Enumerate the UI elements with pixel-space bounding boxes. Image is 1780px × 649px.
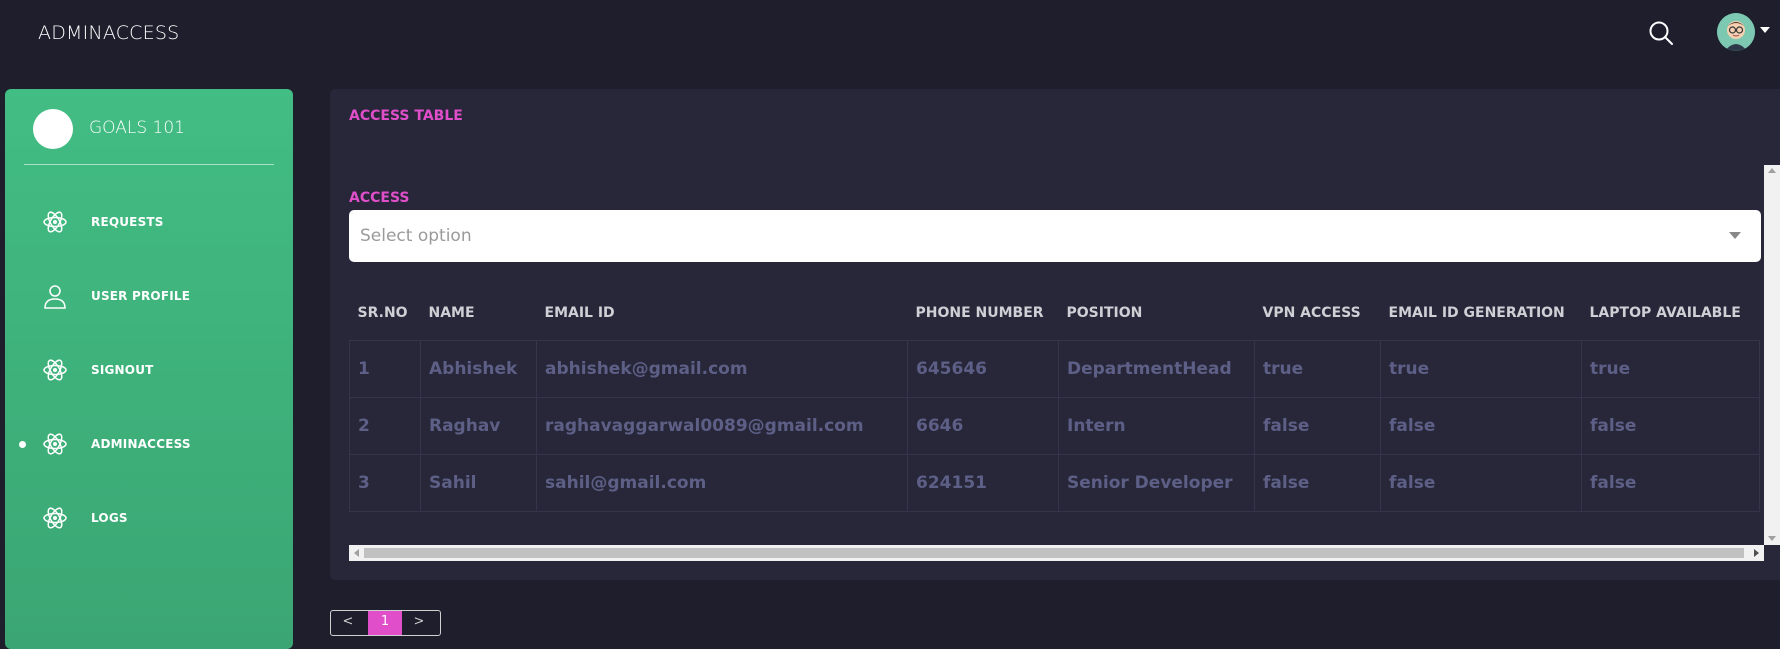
scroll-right-arrow-icon[interactable]	[1754, 549, 1759, 557]
scroll-up-arrow-icon[interactable]	[1768, 168, 1776, 173]
scroll-down-arrow-icon[interactable]	[1768, 536, 1776, 541]
next-page-button[interactable]: >	[402, 611, 436, 635]
table-cell: 1	[349, 340, 421, 398]
table-cell: false	[1581, 454, 1760, 512]
card-title: ACCESS TABLE	[349, 108, 463, 124]
atom-icon	[41, 356, 69, 384]
table-cell: Abhishek	[420, 340, 537, 398]
sidebar-logo	[33, 109, 73, 149]
active-indicator	[19, 441, 26, 448]
column-header: SR.NO	[349, 286, 421, 341]
sidebar-item-label: LOGS	[91, 511, 128, 525]
table-cell: DepartmentHead	[1058, 340, 1255, 398]
sidebar-item-signout[interactable]: SIGNOUT	[5, 350, 293, 390]
search-icon[interactable]	[1646, 18, 1676, 48]
table-cell: Raghav	[420, 397, 537, 455]
sidebar-item-label: ADMINACCESS	[91, 437, 191, 451]
sidebar-header: GOALS 101	[33, 109, 280, 155]
select-placeholder: Select option	[360, 226, 472, 246]
previous-page-button[interactable]: <	[331, 611, 365, 635]
sidebar-item-requests[interactable]: REQUESTS	[5, 202, 293, 242]
table-cell: false	[1254, 397, 1381, 455]
atom-icon	[41, 208, 69, 236]
table-cell: false	[1581, 397, 1760, 455]
table-cell: false	[1380, 454, 1582, 512]
table-cell: Sahil	[420, 454, 537, 512]
sidebar-item-logs[interactable]: LOGS	[5, 498, 293, 538]
access-table-card: ACCESS TABLE ACCESS Select option SR.NO …	[330, 89, 1780, 580]
column-header: LAPTOP AVAILABLE	[1581, 286, 1760, 341]
sidebar-item-user-profile[interactable]: USER PROFILE	[5, 276, 293, 316]
column-header: EMAIL ID	[536, 286, 908, 341]
table-row: 1 Abhishek abhishek@gmail.com 645646 Dep…	[349, 340, 1760, 398]
vertical-scrollbar[interactable]	[1764, 165, 1780, 545]
sidebar: GOALS 101 REQUESTS USER PROFILE SIGNOUT …	[5, 89, 293, 649]
table-cell: sahil@gmail.com	[536, 454, 908, 512]
scrollbar-thumb[interactable]	[364, 548, 1744, 558]
sidebar-item-adminaccess[interactable]: ADMINACCESS	[5, 424, 293, 464]
brand-title: ADMINACCESS	[38, 22, 180, 44]
chevron-down-icon	[1729, 232, 1741, 239]
table-cell: false	[1254, 454, 1381, 512]
table-cell: false	[1380, 397, 1582, 455]
table-header-row: SR.NO NAME EMAIL ID PHONE NUMBER POSITIO…	[349, 286, 1760, 341]
scroll-left-arrow-icon[interactable]	[354, 549, 359, 557]
table-cell: 624151	[907, 454, 1059, 512]
table-cell: 3	[349, 454, 421, 512]
column-header: PHONE NUMBER	[907, 286, 1059, 341]
column-header: POSITION	[1058, 286, 1255, 341]
table-cell: Intern	[1058, 397, 1255, 455]
sidebar-title: GOALS 101	[89, 118, 185, 138]
user-icon	[41, 282, 69, 310]
table-cell: true	[1581, 340, 1760, 398]
page-1-button[interactable]: 1	[368, 611, 402, 635]
sidebar-item-label: REQUESTS	[91, 215, 164, 229]
table-cell: 2	[349, 397, 421, 455]
pagination: < 1 >	[330, 610, 441, 636]
table-cell: 6646	[907, 397, 1059, 455]
table-cell: raghavaggarwal0089@gmail.com	[536, 397, 908, 455]
sidebar-item-label: SIGNOUT	[91, 363, 154, 377]
sidebar-divider	[24, 164, 274, 165]
user-avatar[interactable]	[1717, 13, 1755, 51]
scrollbar-thumb[interactable]	[1766, 177, 1778, 529]
access-label: ACCESS	[349, 190, 410, 206]
column-header: NAME	[420, 286, 537, 341]
horizontal-scrollbar[interactable]	[349, 545, 1764, 561]
access-table: SR.NO NAME EMAIL ID PHONE NUMBER POSITIO…	[349, 286, 1760, 512]
table-row: 3 Sahil sahil@gmail.com 624151 Senior De…	[349, 454, 1760, 512]
column-header: EMAIL ID GENERATION	[1380, 286, 1582, 341]
table-cell: 645646	[907, 340, 1059, 398]
table-row: 2 Raghav raghavaggarwal0089@gmail.com 66…	[349, 397, 1760, 455]
column-header: VPN ACCESS	[1254, 286, 1381, 341]
atom-icon	[41, 430, 69, 458]
sidebar-item-label: USER PROFILE	[91, 289, 191, 303]
top-navbar: ADMINACCESS	[0, 0, 1780, 70]
table-cell: true	[1380, 340, 1582, 398]
table-cell: abhishek@gmail.com	[536, 340, 908, 398]
avatar-dropdown-caret-icon[interactable]	[1760, 27, 1770, 33]
atom-icon	[41, 504, 69, 532]
table-cell: true	[1254, 340, 1381, 398]
table-cell: Senior Developer	[1058, 454, 1255, 512]
access-select[interactable]: Select option	[349, 210, 1761, 262]
